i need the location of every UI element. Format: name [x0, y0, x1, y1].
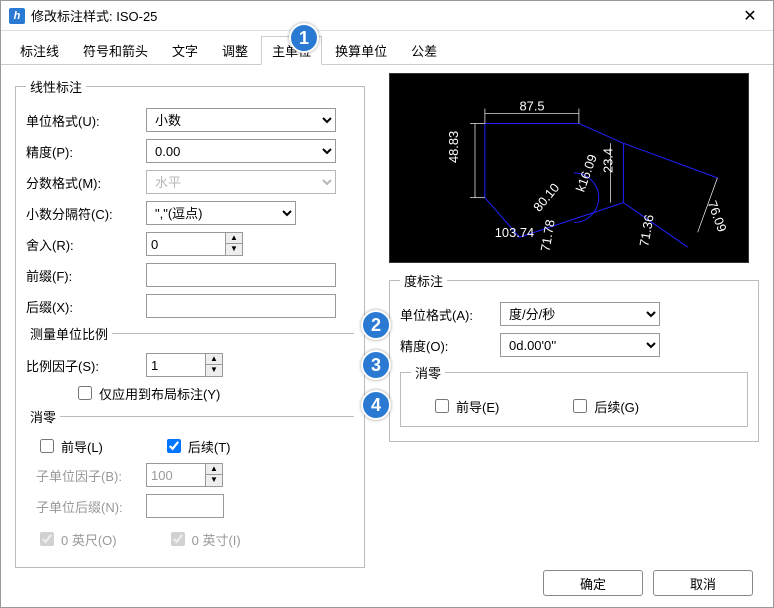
angular-legend: 度标注: [400, 271, 447, 290]
spinner-up-icon[interactable]: ▲: [206, 354, 222, 365]
spinner-down-icon: ▼: [206, 475, 222, 486]
callout-1: 1: [289, 23, 319, 53]
round-spinner[interactable]: ▲▼: [146, 232, 246, 256]
dialog-content: 线性标注 单位格式(U): 小数 精度(P): 0.00 分数格式(M): 水平…: [1, 65, 773, 563]
linear-legend: 线性标注: [26, 77, 86, 96]
zero-legend: 消零: [26, 407, 60, 426]
leading-checkbox[interactable]: 前导(L): [36, 436, 103, 456]
spinner-down-icon[interactable]: ▼: [206, 365, 222, 376]
spinner-down-icon[interactable]: ▼: [226, 244, 242, 255]
subunit-factor-label: 子单位因子(B):: [36, 466, 146, 485]
scale-factor-spinner[interactable]: ▲▼: [146, 353, 246, 377]
callout-2: 2: [361, 310, 391, 340]
subunit-suffix-input: [146, 494, 224, 518]
spinner-up-icon: ▲: [206, 464, 222, 475]
tab-dimlines[interactable]: 标注线: [9, 36, 70, 65]
ang-trailing-checkbox[interactable]: 后续(G): [569, 396, 639, 416]
preview-pane: 87.5 48.83 103.74 80.10 k16.09 76.09 23.…: [389, 73, 749, 263]
svg-text:71.78: 71.78: [537, 218, 557, 252]
scale-legend: 测量单位比例: [26, 324, 112, 343]
tab-symbols[interactable]: 符号和箭头: [72, 36, 159, 65]
fraction-format-select: 水平: [146, 170, 336, 194]
tab-bar: 标注线 符号和箭头 文字 调整 主单位 换算单位 公差: [1, 31, 773, 65]
close-icon[interactable]: ✕: [735, 6, 765, 26]
angular-group: 度标注 单位格式(A): 度/分/秒 精度(O): 0d.00'0'' 消零 前…: [389, 271, 759, 442]
scale-factor-label: 比例因子(S):: [26, 356, 146, 375]
fraction-format-label: 分数格式(M):: [26, 173, 146, 192]
ang-precision-label: 精度(O):: [400, 336, 500, 355]
zero-inch-checkbox: 0 英寸(I): [167, 529, 241, 549]
app-icon: h: [9, 8, 25, 24]
subunit-suffix-label: 子单位后缀(N):: [36, 497, 146, 516]
titlebar: h 修改标注样式: ISO-25 ✕: [1, 1, 773, 31]
ang-zero-group: 消零 前导(E) 后续(G): [400, 363, 748, 427]
svg-text:71.36: 71.36: [636, 213, 656, 247]
svg-text:103.74: 103.74: [495, 225, 534, 240]
unit-format-select[interactable]: 小数: [146, 108, 336, 132]
ang-zero-legend: 消零: [411, 363, 445, 382]
subunit-factor-input: [146, 463, 206, 487]
linear-group: 线性标注 单位格式(U): 小数 精度(P): 0.00 分数格式(M): 水平…: [15, 77, 365, 568]
cancel-button[interactable]: 取消: [653, 570, 753, 596]
tab-text[interactable]: 文字: [161, 36, 209, 65]
suffix-label: 后缀(X):: [26, 297, 146, 316]
prefix-label: 前缀(F):: [26, 266, 146, 285]
decimal-sep-label: 小数分隔符(C):: [26, 204, 146, 223]
ok-button[interactable]: 确定: [543, 570, 643, 596]
decimal-sep-select[interactable]: ","(逗点): [146, 201, 296, 225]
svg-text:87.5: 87.5: [520, 99, 545, 114]
zero-feet-checkbox: 0 英尺(O): [36, 529, 117, 549]
layout-only-checkbox[interactable]: 仅应用到布局标注(Y): [74, 383, 220, 403]
round-input[interactable]: [146, 232, 226, 256]
ang-unit-format-label: 单位格式(A):: [400, 305, 500, 324]
precision-select[interactable]: 0.00: [146, 139, 336, 163]
scale-factor-input[interactable]: [146, 353, 206, 377]
tab-tolerance[interactable]: 公差: [400, 36, 448, 65]
svg-text:23.4: 23.4: [601, 148, 616, 173]
dialog-window: h 修改标注样式: ISO-25 ✕ 标注线 符号和箭头 文字 调整 主单位 换…: [0, 0, 774, 608]
prefix-input[interactable]: [146, 263, 336, 287]
unit-format-label: 单位格式(U):: [26, 111, 146, 130]
ang-precision-select[interactable]: 0d.00'0'': [500, 333, 660, 357]
svg-text:76.09: 76.09: [705, 199, 730, 234]
tab-fit[interactable]: 调整: [211, 36, 259, 65]
svg-text:80.10: 80.10: [530, 180, 562, 214]
tab-alt-units[interactable]: 换算单位: [324, 36, 398, 65]
ang-leading-checkbox[interactable]: 前导(E): [431, 396, 499, 416]
round-label: 舍入(R):: [26, 235, 146, 254]
dialog-footer: 确定 取消: [1, 559, 773, 607]
svg-text:48.83: 48.83: [446, 131, 461, 163]
trailing-checkbox[interactable]: 后续(T): [163, 436, 231, 456]
suffix-input[interactable]: [146, 294, 336, 318]
window-title: 修改标注样式: ISO-25: [31, 6, 735, 25]
callout-4: 4: [361, 390, 391, 420]
callout-3: 3: [361, 350, 391, 380]
spinner-up-icon[interactable]: ▲: [226, 233, 242, 244]
precision-label: 精度(P):: [26, 142, 146, 161]
ang-unit-format-select[interactable]: 度/分/秒: [500, 302, 660, 326]
subunit-factor-spinner: ▲▼: [146, 463, 246, 487]
